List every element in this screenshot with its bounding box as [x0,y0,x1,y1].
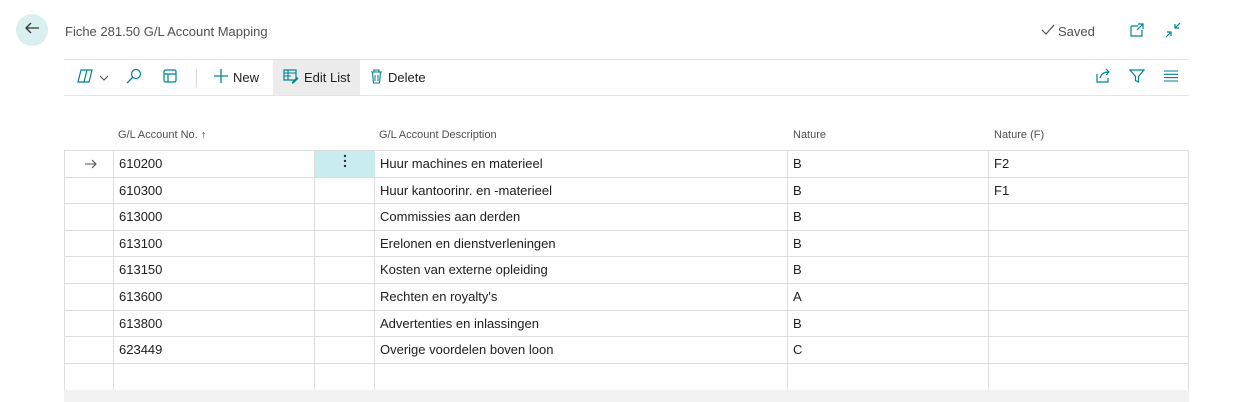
cell-nature-f[interactable] [989,257,1189,283]
cell-nature-f[interactable] [989,284,1189,310]
new-button-label: New [233,70,260,85]
cell-nature-f[interactable] [989,231,1189,257]
filter-icon [1128,68,1146,87]
cell-account-no[interactable] [114,364,314,391]
action-bar: New Edit List Delete [64,59,1189,96]
cell-nature[interactable]: B [788,151,988,177]
table-row[interactable] [65,363,1189,391]
cell-description[interactable]: Advertenties en inlassingen [375,311,787,337]
filter-button[interactable] [1128,60,1146,95]
table-row[interactable]: 613800 Advertenties en inlassingen B [65,310,1189,338]
column-header-account-no[interactable]: G/L Account No. ↑ [118,126,206,150]
cell-description[interactable]: Kosten van externe opleiding [375,257,787,283]
cell-description[interactable]: Commissies aan derden [375,204,787,230]
cell-account-no[interactable]: 610300 [114,178,314,204]
table-row[interactable]: 613000 Commissies aan derden B [65,204,1188,231]
table-row[interactable]: 613600 Rechten en royalty's A [65,283,1189,311]
cell-nature[interactable]: B [788,204,988,230]
more-vertical-icon [343,154,347,173]
edit-list-icon [283,68,299,87]
column-divider [314,310,315,337]
cell-description[interactable]: Rechten en royalty's [375,284,787,310]
data-grid: 610200 Huur machines en materieel B F2 61030… [64,150,1189,392]
column-divider [314,177,315,204]
search-icon [126,68,142,87]
back-button[interactable] [16,14,48,46]
cell-nature-f[interactable]: F1 [989,178,1189,204]
cell-account-no[interactable]: 623449 [114,337,314,363]
open-in-new-window-icon [1129,22,1145,43]
row-actions-button[interactable] [315,151,375,177]
focus-mode-button[interactable] [162,60,178,95]
column-divider [314,283,315,310]
new-button[interactable]: New [214,60,259,95]
column-divider [314,363,315,391]
cell-nature[interactable]: B [788,231,988,257]
cell-account-no[interactable]: 613150 [114,257,314,283]
cell-nature-f[interactable] [989,364,1189,391]
saved-label: Saved [1058,24,1095,39]
table-row[interactable]: 613100 Erelonen en dienstverleningen B [65,230,1189,258]
edit-list-button[interactable]: Edit List [273,60,361,95]
cell-nature[interactable]: B [788,178,988,204]
footer-band [64,390,1189,402]
chevron-down-icon [99,70,109,85]
table-row[interactable]: 613150 Kosten van externe opleiding B [65,257,1188,284]
list-columns-button[interactable] [1164,60,1178,95]
collapse-icon [1165,22,1181,43]
page-title: Fiche 281.50 G/L Account Mapping [65,24,268,39]
cell-nature[interactable]: B [788,257,988,283]
cell-nature-f[interactable] [989,204,1189,230]
share-icon [1094,68,1111,87]
copilot-icon [76,68,94,87]
share-button[interactable] [1094,60,1111,95]
column-divider [314,230,315,257]
focus-mode-icon [162,68,178,87]
column-header-nature-f[interactable]: Nature (F) [994,126,1044,150]
copilot-button[interactable] [76,60,109,95]
table-row[interactable]: 610200 Huur machines en materieel B F2 [65,151,1188,178]
cell-nature[interactable] [788,364,988,391]
list-columns-icon [1164,70,1178,85]
cell-account-no[interactable]: 613100 [114,231,314,257]
table-row[interactable]: 623449 Overige voordelen boven loon C [65,337,1188,364]
cell-description[interactable] [375,364,787,391]
cell-nature[interactable]: C [788,337,988,363]
column-header-nature[interactable]: Nature [793,126,826,150]
column-header-description[interactable]: G/L Account Description [379,126,497,150]
saved-status: Saved [1041,24,1095,39]
cell-nature[interactable]: A [788,284,988,310]
plus-icon [214,69,228,86]
cell-nature-f[interactable] [989,337,1189,363]
open-in-new-window-button[interactable] [1128,22,1146,43]
edit-list-button-label: Edit List [304,70,351,85]
cell-description[interactable]: Huur machines en materieel [375,151,787,177]
cell-nature-f[interactable] [989,311,1189,337]
cell-nature-f[interactable]: F2 [989,151,1189,177]
arrow-right-icon [79,151,109,177]
delete-button-label: Delete [388,70,426,85]
table-row[interactable]: 610300 Huur kantoorinr. en -materieel B F1 [65,177,1189,205]
collapse-button[interactable] [1164,22,1182,43]
cell-description[interactable]: Huur kantoorinr. en -materieel [375,178,787,204]
cell-nature[interactable]: B [788,311,988,337]
column-divider [314,337,315,363]
cell-description[interactable]: Erelonen en dienstverleningen [375,231,787,257]
delete-button[interactable]: Delete [370,60,426,95]
cell-account-no[interactable]: 613800 [114,311,314,337]
column-divider [314,257,315,283]
cell-account-no[interactable]: 610200 [114,151,314,177]
search-button[interactable] [126,60,142,95]
column-divider [314,204,315,230]
trash-icon [370,68,383,87]
cell-description[interactable]: Overige voordelen boven loon [375,337,787,363]
cell-account-no[interactable]: 613000 [114,204,314,230]
checkmark-icon [1041,24,1055,39]
arrow-left-icon [23,19,41,42]
cell-account-no[interactable]: 613600 [114,284,314,310]
